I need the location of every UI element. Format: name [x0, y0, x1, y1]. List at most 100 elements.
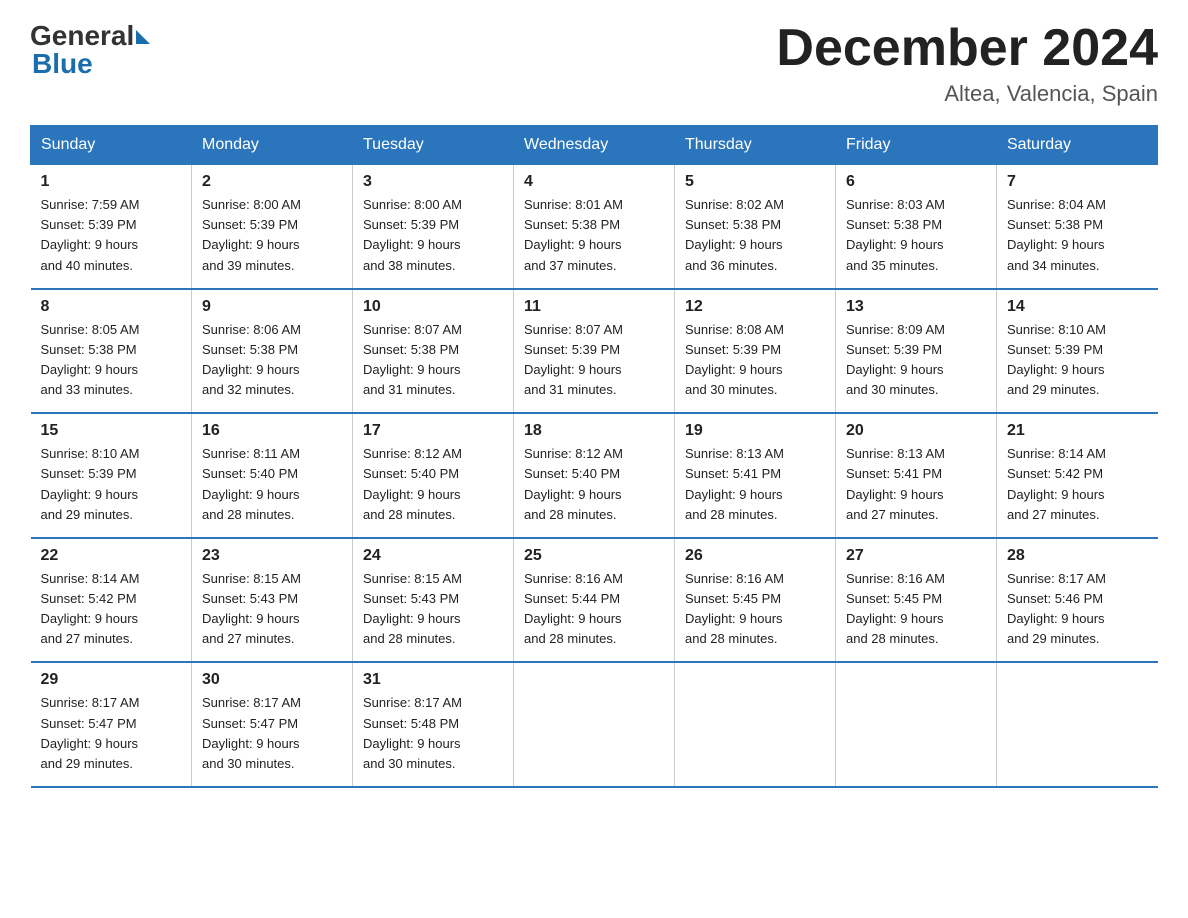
daylight-label: Daylight: 9 hours [1007, 237, 1105, 252]
week-row-2: 8 Sunrise: 8:05 AM Sunset: 5:38 PM Dayli… [31, 289, 1158, 414]
day-number: 18 [524, 422, 664, 440]
day-info: Sunrise: 8:16 AM Sunset: 5:44 PM Dayligh… [524, 569, 664, 650]
sunset-label: Sunset: 5:38 PM [1007, 217, 1103, 232]
sunrise-label: Sunrise: 8:03 AM [846, 197, 945, 212]
day-cell: 12 Sunrise: 8:08 AM Sunset: 5:39 PM Dayl… [675, 289, 836, 414]
day-info: Sunrise: 8:03 AM Sunset: 5:38 PM Dayligh… [846, 195, 986, 276]
sunset-label: Sunset: 5:38 PM [846, 217, 942, 232]
day-info: Sunrise: 8:12 AM Sunset: 5:40 PM Dayligh… [363, 444, 503, 525]
day-cell [675, 662, 836, 787]
day-cell: 16 Sunrise: 8:11 AM Sunset: 5:40 PM Dayl… [192, 413, 353, 538]
day-cell: 3 Sunrise: 8:00 AM Sunset: 5:39 PM Dayli… [353, 165, 514, 289]
day-number: 8 [41, 298, 182, 316]
day-number: 22 [41, 547, 182, 565]
day-cell: 30 Sunrise: 8:17 AM Sunset: 5:47 PM Dayl… [192, 662, 353, 787]
day-info: Sunrise: 8:07 AM Sunset: 5:38 PM Dayligh… [363, 320, 503, 401]
daylight-label: Daylight: 9 hours [363, 736, 461, 751]
daylight-label: Daylight: 9 hours [202, 362, 300, 377]
day-number: 21 [1007, 422, 1148, 440]
day-cell: 24 Sunrise: 8:15 AM Sunset: 5:43 PM Dayl… [353, 538, 514, 663]
day-cell: 10 Sunrise: 8:07 AM Sunset: 5:38 PM Dayl… [353, 289, 514, 414]
day-info: Sunrise: 8:06 AM Sunset: 5:38 PM Dayligh… [202, 320, 342, 401]
week-row-1: 1 Sunrise: 7:59 AM Sunset: 5:39 PM Dayli… [31, 165, 1158, 289]
daylight-label: Daylight: 9 hours [363, 611, 461, 626]
daylight-label: Daylight: 9 hours [41, 487, 139, 502]
sunrise-label: Sunrise: 8:09 AM [846, 322, 945, 337]
daylight-label: Daylight: 9 hours [685, 611, 783, 626]
daylight-label: Daylight: 9 hours [1007, 362, 1105, 377]
day-info: Sunrise: 8:00 AM Sunset: 5:39 PM Dayligh… [202, 195, 342, 276]
day-number: 31 [363, 671, 503, 689]
day-info: Sunrise: 8:11 AM Sunset: 5:40 PM Dayligh… [202, 444, 342, 525]
sunset-label: Sunset: 5:43 PM [202, 591, 298, 606]
day-cell [836, 662, 997, 787]
daylight-minutes: and 27 minutes. [1007, 507, 1100, 522]
logo-triangle-icon [136, 30, 150, 44]
day-number: 24 [363, 547, 503, 565]
day-info: Sunrise: 8:17 AM Sunset: 5:47 PM Dayligh… [202, 693, 342, 774]
day-info: Sunrise: 8:13 AM Sunset: 5:41 PM Dayligh… [685, 444, 825, 525]
location-subtitle: Altea, Valencia, Spain [776, 81, 1158, 107]
day-cell: 2 Sunrise: 8:00 AM Sunset: 5:39 PM Dayli… [192, 165, 353, 289]
daylight-label: Daylight: 9 hours [1007, 487, 1105, 502]
sunrise-label: Sunrise: 8:15 AM [363, 571, 462, 586]
sunrise-label: Sunrise: 7:59 AM [41, 197, 140, 212]
sunrise-label: Sunrise: 8:15 AM [202, 571, 301, 586]
daylight-label: Daylight: 9 hours [363, 487, 461, 502]
day-cell: 27 Sunrise: 8:16 AM Sunset: 5:45 PM Dayl… [836, 538, 997, 663]
day-info: Sunrise: 8:00 AM Sunset: 5:39 PM Dayligh… [363, 195, 503, 276]
sunset-label: Sunset: 5:45 PM [846, 591, 942, 606]
day-cell: 21 Sunrise: 8:14 AM Sunset: 5:42 PM Dayl… [997, 413, 1158, 538]
week-row-4: 22 Sunrise: 8:14 AM Sunset: 5:42 PM Dayl… [31, 538, 1158, 663]
sunrise-label: Sunrise: 8:04 AM [1007, 197, 1106, 212]
day-number: 12 [685, 298, 825, 316]
daylight-minutes: and 36 minutes. [685, 258, 778, 273]
day-info: Sunrise: 8:14 AM Sunset: 5:42 PM Dayligh… [41, 569, 182, 650]
day-cell: 9 Sunrise: 8:06 AM Sunset: 5:38 PM Dayli… [192, 289, 353, 414]
month-title: December 2024 [776, 20, 1158, 77]
day-cell: 25 Sunrise: 8:16 AM Sunset: 5:44 PM Dayl… [514, 538, 675, 663]
daylight-label: Daylight: 9 hours [685, 237, 783, 252]
sunrise-label: Sunrise: 8:06 AM [202, 322, 301, 337]
sunrise-label: Sunrise: 8:00 AM [363, 197, 462, 212]
sunrise-label: Sunrise: 8:08 AM [685, 322, 784, 337]
day-number: 6 [846, 173, 986, 191]
day-cell: 31 Sunrise: 8:17 AM Sunset: 5:48 PM Dayl… [353, 662, 514, 787]
day-cell: 26 Sunrise: 8:16 AM Sunset: 5:45 PM Dayl… [675, 538, 836, 663]
day-info: Sunrise: 8:07 AM Sunset: 5:39 PM Dayligh… [524, 320, 664, 401]
daylight-minutes: and 30 minutes. [685, 382, 778, 397]
sunrise-label: Sunrise: 8:17 AM [363, 695, 462, 710]
day-number: 1 [41, 173, 182, 191]
day-info: Sunrise: 8:05 AM Sunset: 5:38 PM Dayligh… [41, 320, 182, 401]
sunset-label: Sunset: 5:46 PM [1007, 591, 1103, 606]
daylight-label: Daylight: 9 hours [202, 487, 300, 502]
sunrise-label: Sunrise: 8:10 AM [41, 446, 140, 461]
day-cell: 19 Sunrise: 8:13 AM Sunset: 5:41 PM Dayl… [675, 413, 836, 538]
header-cell-tuesday: Tuesday [353, 126, 514, 165]
day-number: 11 [524, 298, 664, 316]
header-cell-sunday: Sunday [31, 126, 192, 165]
sunset-label: Sunset: 5:40 PM [524, 466, 620, 481]
daylight-minutes: and 28 minutes. [524, 507, 617, 522]
daylight-label: Daylight: 9 hours [202, 237, 300, 252]
day-info: Sunrise: 8:01 AM Sunset: 5:38 PM Dayligh… [524, 195, 664, 276]
day-number: 19 [685, 422, 825, 440]
header-cell-wednesday: Wednesday [514, 126, 675, 165]
calendar-header: SundayMondayTuesdayWednesdayThursdayFrid… [31, 126, 1158, 165]
day-cell: 15 Sunrise: 8:10 AM Sunset: 5:39 PM Dayl… [31, 413, 192, 538]
header-cell-friday: Friday [836, 126, 997, 165]
sunset-label: Sunset: 5:42 PM [41, 591, 137, 606]
daylight-label: Daylight: 9 hours [41, 611, 139, 626]
daylight-label: Daylight: 9 hours [363, 237, 461, 252]
logo-blue-text: Blue [32, 48, 93, 80]
sunrise-label: Sunrise: 8:11 AM [202, 446, 300, 461]
daylight-minutes: and 29 minutes. [1007, 631, 1100, 646]
logo: General Blue [30, 20, 150, 80]
sunset-label: Sunset: 5:41 PM [846, 466, 942, 481]
daylight-label: Daylight: 9 hours [41, 362, 139, 377]
daylight-minutes: and 29 minutes. [41, 756, 134, 771]
sunrise-label: Sunrise: 8:14 AM [1007, 446, 1106, 461]
calendar-table: SundayMondayTuesdayWednesdayThursdayFrid… [30, 125, 1158, 788]
daylight-minutes: and 30 minutes. [846, 382, 939, 397]
day-number: 20 [846, 422, 986, 440]
